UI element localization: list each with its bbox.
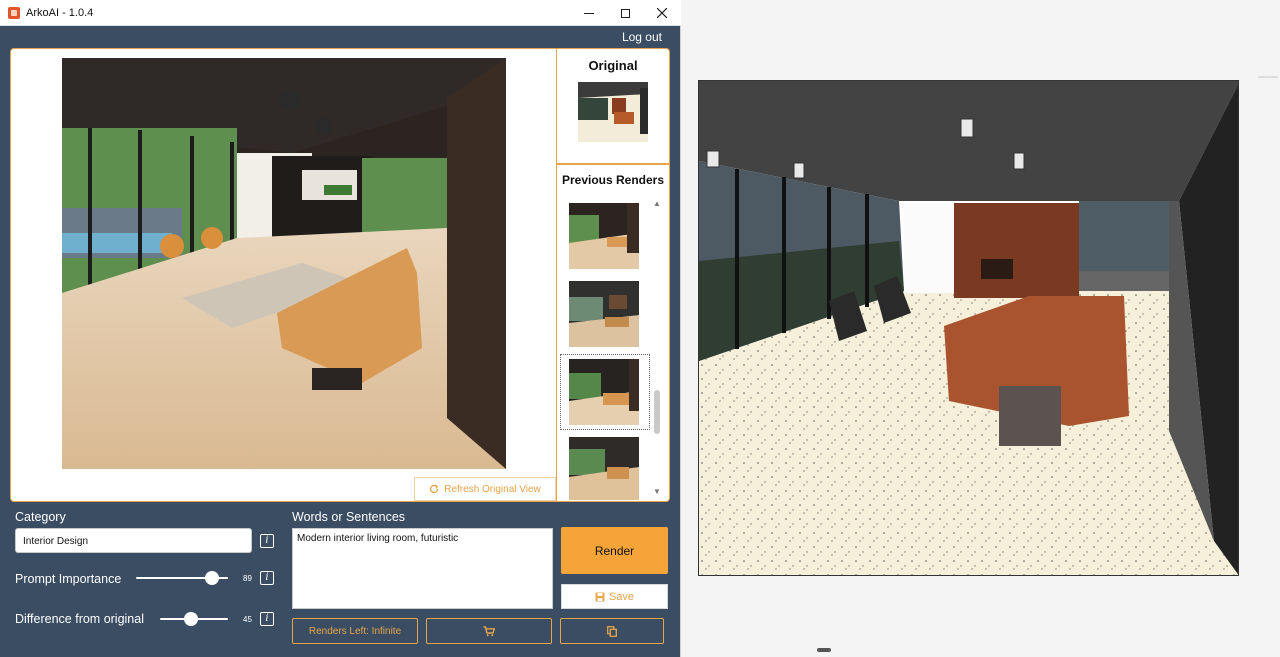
prompt-importance-info-icon[interactable]: i bbox=[260, 571, 274, 585]
scroll-down-icon[interactable]: ▼ bbox=[653, 488, 661, 496]
category-info-icon[interactable]: i bbox=[260, 534, 274, 548]
scroll-up-icon[interactable]: ▲ bbox=[653, 200, 661, 208]
difference-slider[interactable] bbox=[160, 612, 228, 626]
minimize-icon bbox=[584, 12, 594, 14]
close-button[interactable] bbox=[643, 0, 681, 26]
refresh-label: Refresh Original View bbox=[444, 483, 541, 495]
original-thumbnail[interactable] bbox=[578, 82, 648, 142]
app-window: ArkoAI - 1.0.4 Log out Refresh Original … bbox=[0, 0, 681, 657]
copy-icon bbox=[607, 625, 617, 637]
previous-renders-title: Previous Renders bbox=[561, 173, 665, 187]
render-panel: Refresh Original View bbox=[10, 48, 557, 502]
minimize-button[interactable] bbox=[570, 0, 608, 26]
category-label: Category bbox=[15, 510, 66, 524]
maximize-icon bbox=[620, 8, 630, 18]
logout-link[interactable]: Log out bbox=[622, 30, 662, 44]
scrollbar-thumb[interactable] bbox=[654, 390, 660, 434]
difference-info-icon[interactable]: i bbox=[260, 612, 274, 626]
render-thumbnail-selected[interactable] bbox=[569, 359, 639, 425]
cart-icon bbox=[483, 625, 495, 636]
words-label: Words or Sentences bbox=[292, 510, 406, 524]
previous-renders-list[interactable]: ▲ ▼ bbox=[557, 195, 669, 500]
renders-scrollbar[interactable]: ▲ ▼ bbox=[652, 195, 662, 500]
renders-sidebar: Original Previous Renders ▲ ▼ bbox=[557, 48, 670, 502]
close-icon bbox=[657, 8, 667, 18]
difference-value: 45 bbox=[243, 615, 252, 624]
prompt-textarea[interactable]: Modern interior living room, futuristic bbox=[292, 528, 553, 609]
prompt-importance-slider[interactable] bbox=[136, 571, 228, 585]
app-logo-icon bbox=[8, 7, 20, 19]
sidebar-divider bbox=[557, 163, 669, 165]
prompt-importance-value: 89 bbox=[243, 574, 252, 583]
difference-label: Difference from original bbox=[15, 612, 144, 626]
cart-button[interactable] bbox=[426, 618, 552, 644]
window-title: ArkoAI - 1.0.4 bbox=[26, 7, 94, 19]
bottom-scroll-handle[interactable] bbox=[817, 648, 831, 652]
render-button[interactable]: Render bbox=[561, 527, 668, 574]
window-edge-marker bbox=[1258, 76, 1278, 78]
slider-knob[interactable] bbox=[205, 571, 219, 585]
prompt-importance-label: Prompt Importance bbox=[15, 572, 122, 586]
save-label: Save bbox=[608, 590, 635, 603]
renders-left-button[interactable]: Renders Left: Infinite bbox=[292, 618, 418, 644]
refresh-original-view-button[interactable]: Refresh Original View bbox=[414, 477, 556, 501]
slider-knob[interactable] bbox=[184, 612, 198, 626]
save-icon bbox=[595, 592, 605, 601]
title-bar: ArkoAI - 1.0.4 bbox=[0, 0, 681, 26]
refresh-icon bbox=[430, 484, 439, 494]
rendered-image bbox=[62, 58, 506, 469]
render-thumbnail[interactable] bbox=[569, 281, 639, 347]
model-viewport[interactable] bbox=[698, 80, 1239, 576]
save-button[interactable]: Save bbox=[561, 584, 668, 609]
category-input[interactable]: Interior Design bbox=[15, 528, 252, 553]
copy-button[interactable] bbox=[560, 618, 664, 644]
render-thumbnail[interactable] bbox=[569, 437, 639, 500]
original-title: Original bbox=[588, 58, 638, 73]
maximize-button[interactable] bbox=[606, 0, 644, 26]
render-thumbnail[interactable] bbox=[569, 203, 639, 269]
